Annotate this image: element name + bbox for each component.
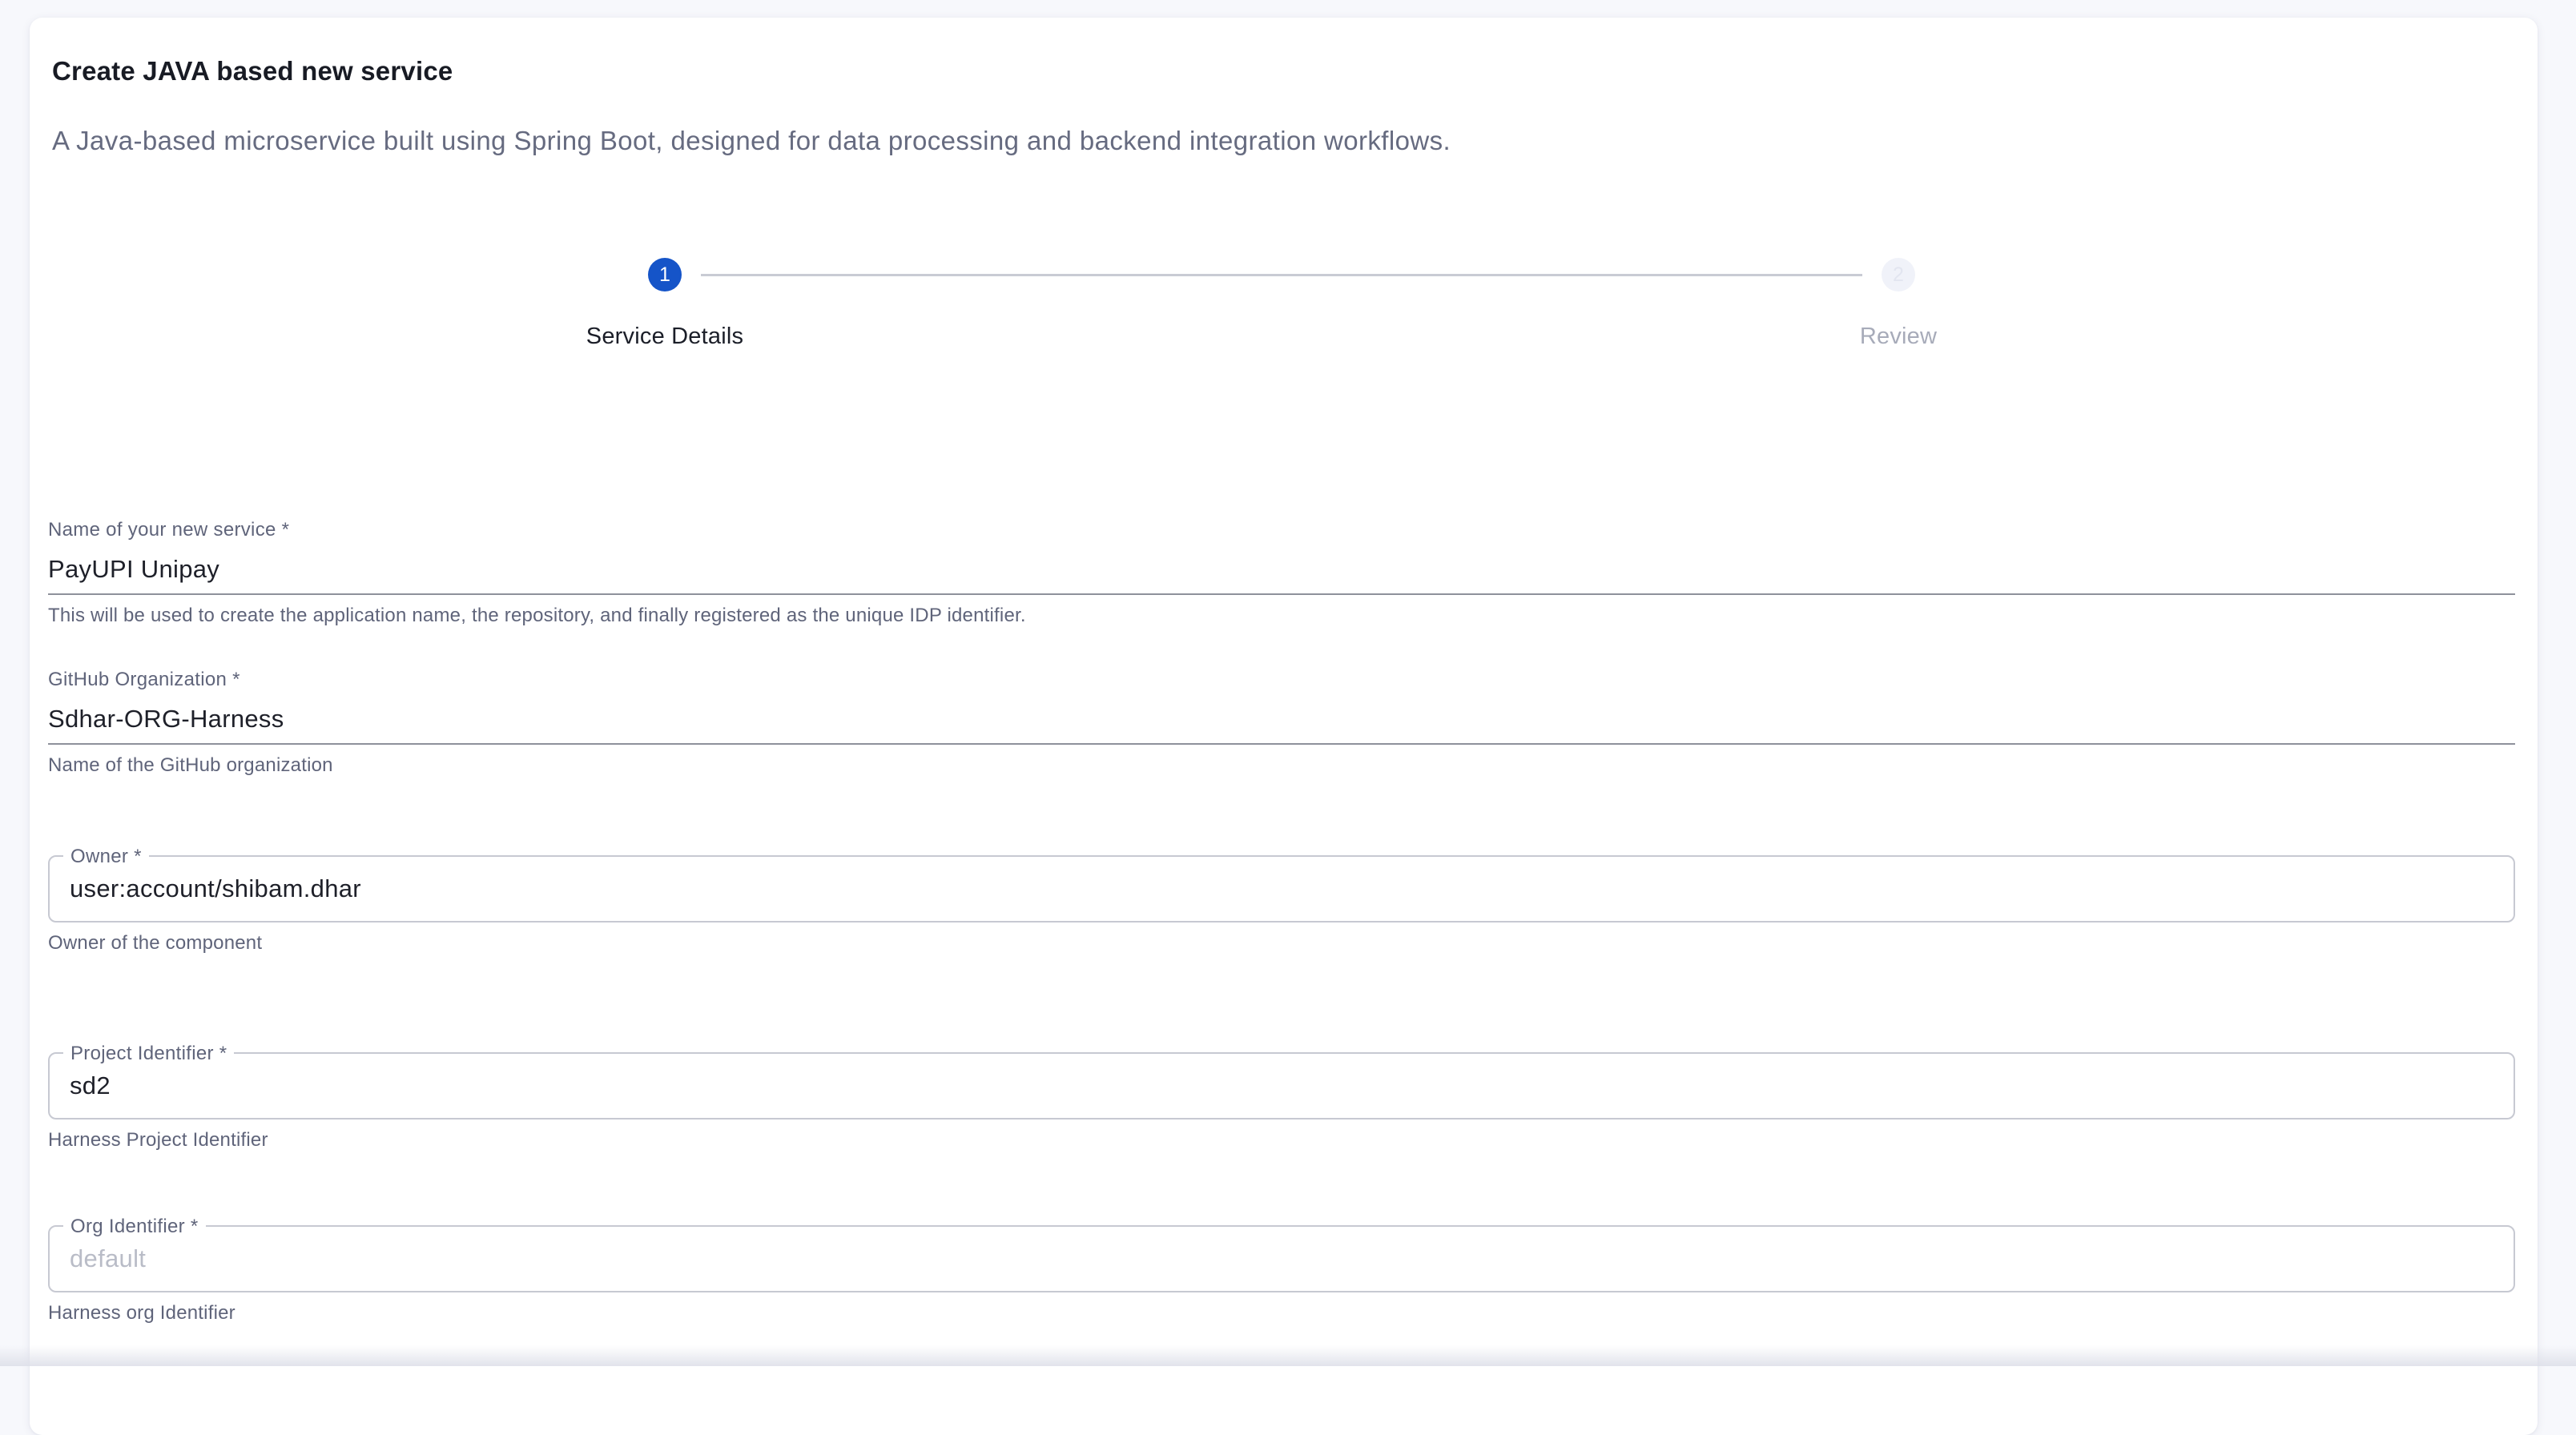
org-identifier-input-box: Org Identifier *: [48, 1225, 2515, 1292]
github-org-input[interactable]: [48, 691, 2515, 745]
create-service-card: Create JAVA based new service A Java-bas…: [30, 18, 2538, 1435]
service-name-input[interactable]: [48, 541, 2515, 595]
step-2-label: Review: [1860, 322, 1937, 351]
project-identifier-helper: Harness Project Identifier: [48, 1129, 2515, 1152]
step-1-label: Service Details: [586, 322, 743, 351]
github-org-label: GitHub Organization *: [48, 669, 2515, 691]
field-project-identifier: Project Identifier * Harness Project Ide…: [48, 1052, 2515, 1152]
service-details-form: Name of your new service * This will be …: [48, 519, 2515, 1324]
step-service-details: 1 Service Details: [48, 258, 1282, 351]
github-org-helper: Name of the GitHub organization: [48, 754, 2515, 777]
page-subtitle: A Java-based microservice built using Sp…: [48, 125, 2515, 157]
field-org-identifier: Org Identifier * Harness org Identifier: [48, 1225, 2515, 1324]
wizard-stepper: 1 Service Details 2 Review: [48, 258, 2515, 351]
step-review: 2 Review: [1282, 258, 2515, 351]
step-connector-line: [701, 274, 1862, 276]
owner-input[interactable]: [70, 874, 2493, 904]
service-name-label: Name of your new service *: [48, 519, 2515, 541]
project-identifier-input-box: Project Identifier *: [48, 1052, 2515, 1119]
field-github-org: GitHub Organization * Name of the GitHub…: [48, 669, 2515, 777]
field-owner: Owner * Owner of the component: [48, 855, 2515, 955]
org-identifier-input[interactable]: [70, 1244, 2493, 1274]
owner-label: Owner *: [63, 846, 149, 868]
org-identifier-helper: Harness org Identifier: [48, 1302, 2515, 1324]
project-identifier-input[interactable]: [70, 1071, 2493, 1101]
org-identifier-label: Org Identifier *: [63, 1216, 206, 1238]
service-name-helper: This will be used to create the applicat…: [48, 605, 2515, 627]
project-identifier-label: Project Identifier *: [63, 1043, 234, 1065]
owner-helper: Owner of the component: [48, 932, 2515, 955]
owner-input-box: Owner *: [48, 855, 2515, 922]
step-1-indicator: 1: [648, 258, 682, 291]
page-title: Create JAVA based new service: [48, 54, 2515, 88]
step-2-indicator: 2: [1882, 258, 1915, 291]
field-service-name: Name of your new service * This will be …: [48, 519, 2515, 627]
